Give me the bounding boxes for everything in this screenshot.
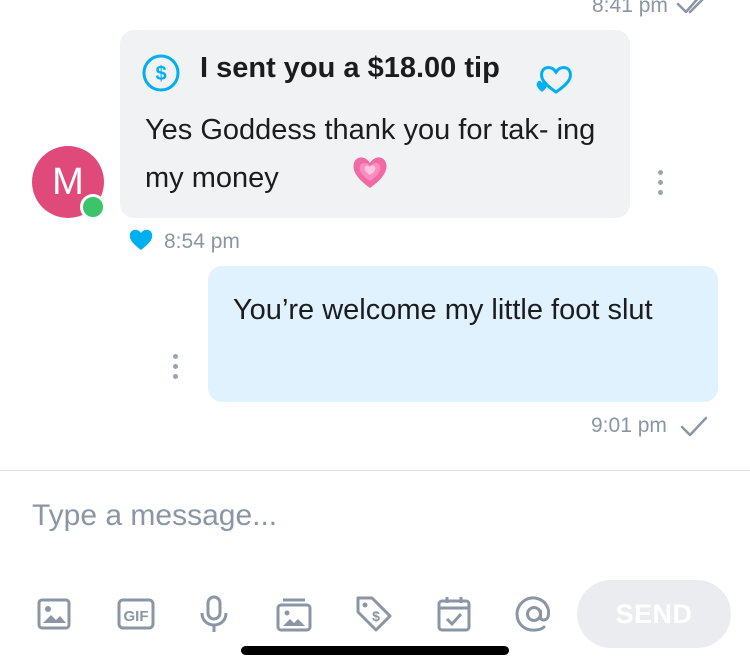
growing-heart-emoji bbox=[350, 152, 390, 197]
outgoing-message-menu-button[interactable] bbox=[173, 354, 179, 382]
outgoing-message-time: 9:01 pm bbox=[591, 414, 667, 437]
svg-text:$: $ bbox=[372, 608, 380, 624]
incoming-message-menu-button[interactable] bbox=[658, 170, 664, 198]
outgoing-message-text: You’re welcome my little foot slut bbox=[233, 294, 653, 326]
vault-icon[interactable] bbox=[272, 592, 316, 636]
home-indicator[interactable] bbox=[241, 646, 509, 655]
dollar-circle-icon: $ bbox=[140, 52, 182, 99]
tip-label: I sent you a $18.00 tip bbox=[200, 52, 500, 84]
previous-message-time: 8:41 pm bbox=[592, 0, 668, 17]
composer-divider bbox=[0, 470, 750, 471]
svg-text:GIF: GIF bbox=[124, 608, 149, 625]
tip-hearts-icon bbox=[534, 62, 578, 103]
send-button[interactable]: SEND bbox=[577, 580, 731, 648]
gif-icon[interactable]: GIF bbox=[114, 592, 158, 636]
mention-icon[interactable] bbox=[512, 592, 556, 636]
message-input[interactable] bbox=[20, 490, 584, 542]
image-icon[interactable] bbox=[32, 592, 76, 636]
incoming-message-time: 8:54 pm bbox=[164, 230, 240, 253]
microphone-icon[interactable] bbox=[192, 592, 236, 636]
calendar-icon[interactable] bbox=[432, 592, 476, 636]
double-check-icon bbox=[676, 0, 714, 23]
like-heart-icon[interactable] bbox=[128, 228, 154, 257]
check-icon bbox=[679, 414, 709, 443]
svg-text:$: $ bbox=[155, 63, 166, 85]
online-status-dot bbox=[80, 194, 106, 220]
price-tag-icon[interactable]: $ bbox=[352, 592, 396, 636]
